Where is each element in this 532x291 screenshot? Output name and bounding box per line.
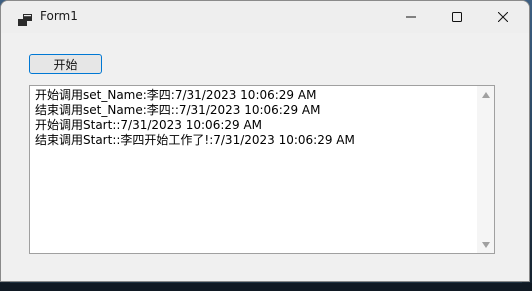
close-icon	[498, 12, 508, 22]
title-bar[interactable]: Form1	[1, 1, 529, 33]
output-line: 开始调用Start::7/31/2023 10:06:29 AM	[35, 118, 263, 132]
output-line: 开始调用set_Name:李四:7/31/2023 10:06:29 AM	[35, 88, 317, 102]
desktop-background-bottom	[0, 283, 532, 291]
maximize-icon	[452, 12, 462, 22]
form-window: Form1 开始 开始调用set_Name:李四:7/31/2023 10:06…	[0, 0, 530, 282]
close-button[interactable]	[480, 1, 526, 33]
output-line: 结束调用set_Name:李四::7/31/2023 10:06:29 AM	[35, 103, 321, 117]
scroll-down-arrow-icon	[481, 241, 490, 248]
maximize-button[interactable]	[434, 1, 480, 33]
minimize-button[interactable]	[388, 1, 434, 33]
scroll-up-arrow-icon	[481, 91, 490, 98]
scroll-up-button[interactable]	[477, 86, 494, 103]
start-button[interactable]: 开始	[29, 54, 102, 74]
output-textbox[interactable]: 开始调用set_Name:李四:7/31/2023 10:06:29 AM 结束…	[29, 85, 495, 254]
vertical-scrollbar[interactable]	[477, 86, 494, 253]
minimize-icon	[406, 16, 416, 18]
app-icon	[18, 11, 32, 26]
window-title: Form1	[40, 9, 78, 23]
scroll-down-button[interactable]	[477, 236, 494, 253]
output-lines: 开始调用set_Name:李四:7/31/2023 10:06:29 AM 结束…	[35, 88, 474, 148]
output-line: 结束调用Start::李四开始工作了!:7/31/2023 10:06:29 A…	[35, 133, 355, 147]
